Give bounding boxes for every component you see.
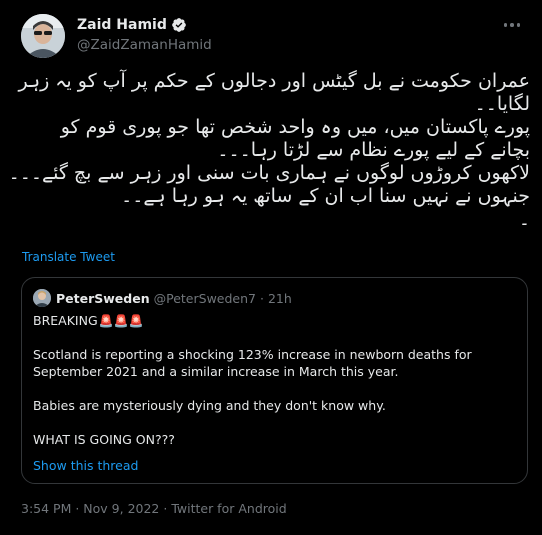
tweet-meta: 3:54 PM · Nov 9, 2022 · Twitter for Andr… xyxy=(21,501,287,516)
tweet-header: Zaid Hamid @ZaidZamanHamid xyxy=(21,12,531,58)
more-options-icon[interactable] xyxy=(501,16,523,34)
author-avatar[interactable] xyxy=(21,14,65,58)
quoted-tweet-header: PeterSweden @PeterSweden7 · 21h xyxy=(33,288,292,308)
verified-badge-icon xyxy=(171,17,187,33)
meta-separator: · xyxy=(71,501,84,516)
siren-emoji: 🚨🚨🚨 xyxy=(98,314,144,328)
tweet: Zaid Hamid @ZaidZamanHamid عمران حکومت ن… xyxy=(0,0,542,535)
tweet-text: عمران حکومت نے بل گیٹس اور دجالوں کے حکم… xyxy=(8,70,530,231)
tweet-text-line: بچانے کے لیے پورے نظام سے لڑتا رہا۔۔۔ xyxy=(217,139,530,161)
tweet-text-line: عمران حکومت نے بل گیٹس اور دجالوں کے حکم… xyxy=(18,70,530,92)
quoted-tweet[interactable]: PeterSweden @PeterSweden7 · 21h BREAKING… xyxy=(21,277,528,484)
quoted-paragraph: WHAT IS GOING ON??? xyxy=(33,432,175,447)
tweet-text-line: ۔ xyxy=(518,208,530,230)
quoted-author-handle: @PeterSweden7 xyxy=(153,290,256,306)
quoted-paragraph: Scotland is reporting a shocking 123% in… xyxy=(33,347,472,379)
author-handle[interactable]: @ZaidZamanHamid xyxy=(77,37,212,53)
show-thread-link[interactable]: Show this thread xyxy=(33,458,138,473)
tweet-text-line: لگایا۔۔ xyxy=(474,93,530,115)
tweet-text-line: لاکھوں کروڑوں لوگوں نے ہماری بات سنی اور… xyxy=(8,162,530,184)
meta-separator: · xyxy=(159,501,172,516)
author-display-name[interactable]: Zaid Hamid xyxy=(77,17,167,33)
quoted-paragraph: Babies are mysteriously dying and they d… xyxy=(33,398,386,413)
translate-tweet-link[interactable]: Translate Tweet xyxy=(22,250,115,264)
tweet-time[interactable]: 3:54 PM xyxy=(21,501,71,516)
quoted-tweet-text: BREAKING🚨🚨🚨 Scotland is reporting a shoc… xyxy=(33,312,513,448)
quoted-author-name: PeterSweden xyxy=(56,290,150,306)
quoted-tweet-time: · 21h xyxy=(260,290,292,306)
quoted-author-avatar xyxy=(33,289,51,307)
quoted-breaking-text: BREAKING xyxy=(33,313,98,328)
author-block: Zaid Hamid @ZaidZamanHamid xyxy=(77,16,212,53)
tweet-text-line: جنہوں نے نہیں سنا اب ان کے ساتھ یہ ہو رہ… xyxy=(121,185,530,207)
tweet-source: Twitter for Android xyxy=(171,501,287,516)
tweet-text-line: پورے پاکستان میں، میں وہ واحد شخص تھا جو… xyxy=(60,116,530,138)
tweet-date[interactable]: Nov 9, 2022 xyxy=(83,501,159,516)
